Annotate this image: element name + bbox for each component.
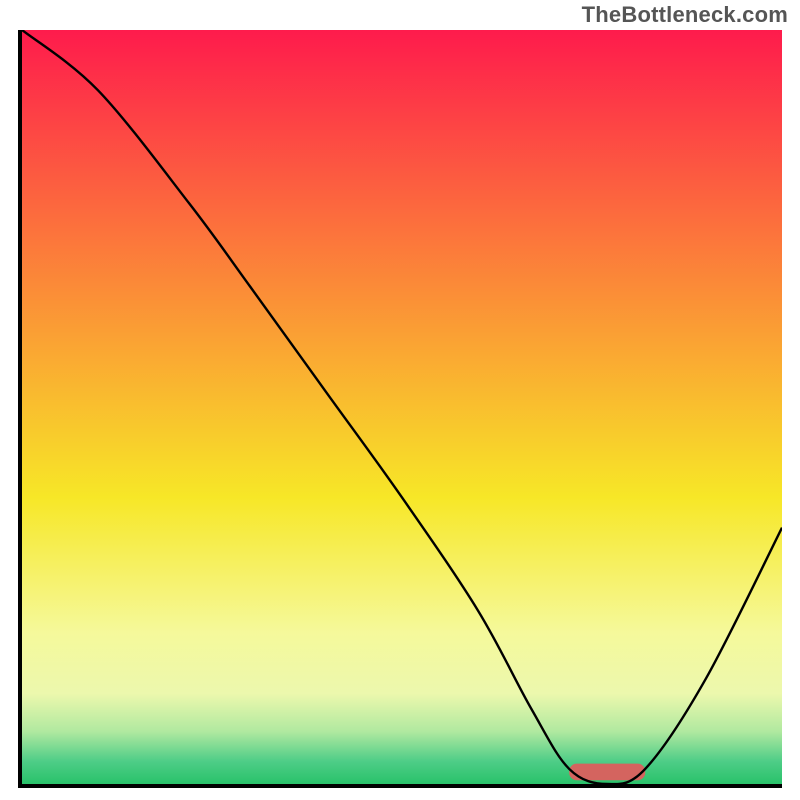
- chart-svg: [22, 30, 782, 784]
- gradient-background: [22, 30, 782, 784]
- watermark-label: TheBottleneck.com: [582, 2, 788, 28]
- chart-container: TheBottleneck.com: [0, 0, 800, 800]
- plot-area: [18, 30, 782, 788]
